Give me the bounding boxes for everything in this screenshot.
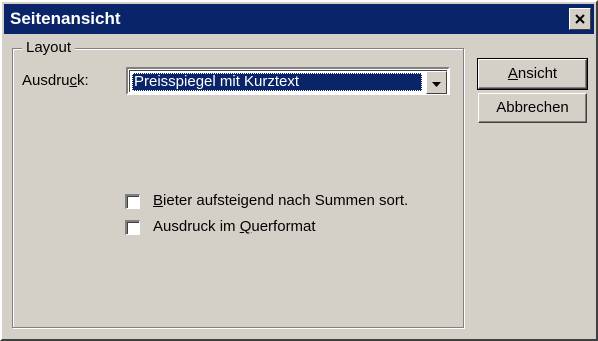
bieter-sort-label[interactable]: Bieter aufsteigend nach Summen sort.: [153, 192, 408, 210]
close-button[interactable]: [569, 8, 591, 30]
close-icon: [575, 14, 585, 24]
ausdruck-label: Ausdruck:: [22, 72, 89, 89]
window-title: Seitenansicht: [10, 9, 121, 28]
ansicht-button[interactable]: Ansicht: [477, 58, 588, 90]
ausdruck-selected-value[interactable]: Preisspiegel mit Kurztext: [132, 73, 422, 91]
title-bar[interactable]: Seitenansicht: [4, 4, 594, 34]
abbrechen-button[interactable]: Abbrechen: [478, 93, 587, 123]
bieter-sort-option[interactable]: Bieter aufsteigend nach Summen sort.: [125, 191, 408, 211]
querformat-checkbox[interactable]: [125, 219, 140, 235]
querformat-option[interactable]: Ausdruck im Querformat: [125, 217, 316, 237]
chevron-down-icon: [432, 74, 441, 92]
dropdown-button[interactable]: [426, 71, 447, 94]
layout-group-legend: Layout: [22, 39, 76, 57]
select-field[interactable]: Preisspiegel mit Kurztext: [129, 70, 447, 94]
seitenansicht-dialog: Seitenansicht Layout Ausdruck: Preisspie…: [0, 0, 598, 341]
querformat-label[interactable]: Ausdruck im Querformat: [153, 218, 316, 236]
bieter-sort-checkbox[interactable]: [125, 193, 140, 209]
ausdruck-select[interactable]: Preisspiegel mit Kurztext: [126, 67, 450, 95]
